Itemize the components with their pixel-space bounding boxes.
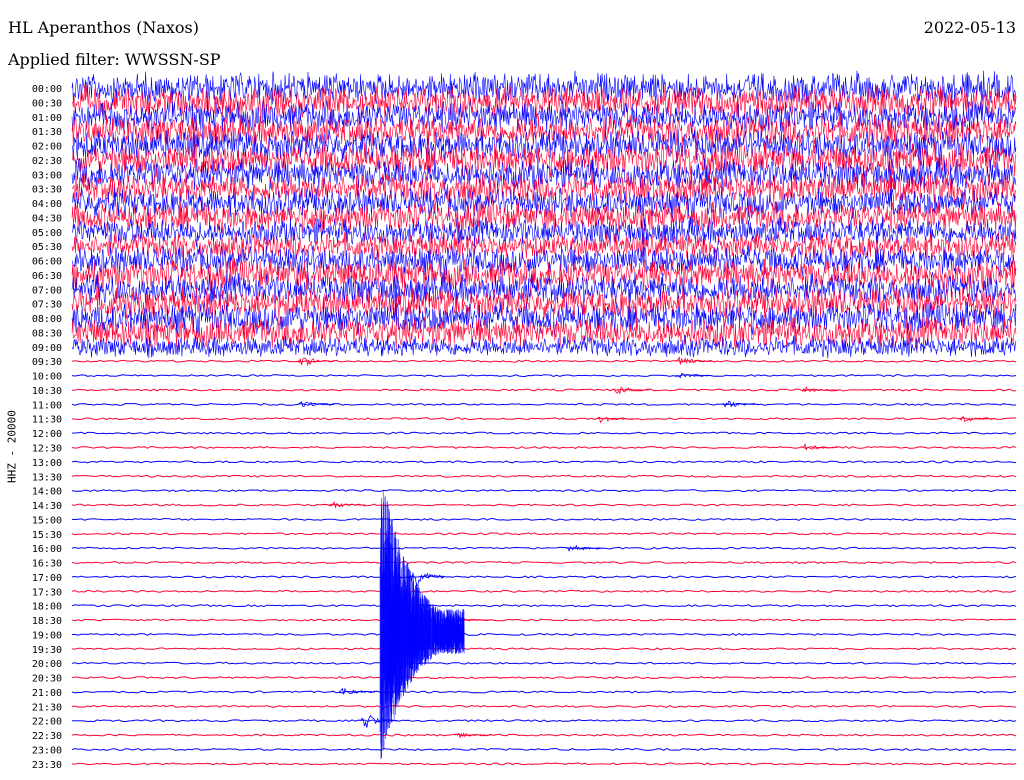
row-time-label: 09:30	[32, 357, 62, 368]
trace-row	[71, 632, 1017, 636]
row-time-label: 15:00	[32, 515, 62, 526]
row-time-label: 17:00	[32, 573, 62, 584]
row-time-label: 08:30	[32, 328, 62, 339]
trace-row	[71, 335, 1017, 359]
trace-row	[71, 245, 1017, 278]
row-time-label: 00:00	[32, 84, 62, 95]
row-time-label: 13:30	[32, 472, 62, 483]
trace-row	[71, 690, 1017, 694]
row-time-label: 04:30	[32, 213, 62, 224]
row-time-label: 20:30	[32, 674, 62, 685]
trace-row	[71, 733, 1017, 737]
event-burst	[329, 501, 366, 509]
row-time-label: 05:00	[32, 228, 62, 239]
row-time-label: 12:30	[32, 444, 62, 455]
mainshock-waveform	[379, 491, 465, 759]
trace-row	[71, 388, 1017, 392]
row-time-label: 16:30	[32, 559, 62, 570]
row-time-label: 18:30	[32, 616, 62, 627]
trace-row	[71, 676, 1016, 680]
row-time-label: 07:00	[32, 285, 62, 296]
row-time-label: 21:30	[32, 702, 62, 713]
row-time-label: 06:30	[32, 271, 62, 282]
row-time-label: 22:30	[32, 731, 62, 742]
row-time-label: 02:00	[32, 142, 62, 153]
row-time-label: 01:00	[32, 113, 62, 124]
row-time-label: 02:30	[32, 156, 62, 167]
row-time-label: 22:00	[32, 717, 62, 728]
seismogram-plot: 00:00 00:30 01:00 01:30 02:00 02:30 03:00 03:30…	[32, 70, 1017, 771]
trace-row	[71, 489, 1017, 493]
event-burst	[675, 373, 712, 379]
trace-row	[71, 561, 1017, 564]
row-time-label: 11:00	[32, 400, 62, 411]
trace-row	[71, 719, 1017, 723]
row-time-label: 23:00	[32, 745, 62, 756]
row-time-label: 18:00	[32, 602, 62, 613]
trace-row	[71, 474, 1017, 478]
row-time-label: 09:00	[32, 343, 62, 354]
row-time-label: 21:00	[32, 688, 62, 699]
row-time-label: 16:00	[32, 544, 62, 555]
row-time-label: 10:30	[32, 386, 62, 397]
row-time-label: 01:30	[32, 127, 62, 138]
row-time-label: 19:30	[32, 645, 62, 656]
event-burst	[801, 443, 838, 451]
trace-row	[71, 417, 1017, 421]
trace-row	[71, 704, 1017, 708]
row-time-label: 06:00	[32, 257, 62, 268]
trace-row	[71, 589, 1017, 593]
trace-row	[71, 762, 1017, 766]
row-time-label: 14:30	[32, 501, 62, 512]
trace-row	[71, 604, 1017, 608]
row-time-label: 19:00	[32, 630, 62, 641]
trace-row	[71, 374, 1017, 378]
trace-row	[71, 618, 1016, 622]
row-time-label: 03:30	[32, 185, 62, 196]
event-burst	[612, 386, 649, 395]
row-time-label: 11:30	[32, 415, 62, 426]
row-time-label: 10:00	[32, 372, 62, 383]
trace-row	[71, 532, 1017, 536]
trace-row	[71, 661, 1017, 665]
row-time-label: 20:00	[32, 659, 62, 670]
trace-row	[71, 517, 1017, 521]
row-time-label: 05:30	[32, 242, 62, 253]
trace-row	[71, 503, 1017, 507]
row-time-label: 04:00	[32, 199, 62, 210]
row-time-label: 08:00	[32, 314, 62, 325]
trace-row	[71, 575, 1017, 579]
row-time-label: 17:30	[32, 587, 62, 598]
trace-row	[71, 431, 1017, 435]
row-time-label: 23:30	[32, 760, 62, 771]
row-time-label: 00:30	[32, 98, 62, 109]
trace-row	[71, 359, 1017, 363]
row-time-label: 07:30	[32, 300, 62, 311]
trace-row	[71, 546, 1017, 550]
trace-row	[71, 647, 1017, 651]
row-time-label: 03:00	[32, 170, 62, 181]
row-time-label: 12:00	[32, 429, 62, 440]
event-burst	[596, 416, 633, 424]
row-time-label: 13:00	[32, 458, 62, 469]
row-time-label: 15:30	[32, 530, 62, 541]
trace-row	[71, 446, 1017, 449]
trace-row	[71, 460, 1017, 464]
trace-row	[71, 748, 1017, 751]
trace-row	[71, 201, 1017, 234]
trace-row	[71, 402, 1017, 406]
row-time-label: 14:00	[32, 487, 62, 498]
